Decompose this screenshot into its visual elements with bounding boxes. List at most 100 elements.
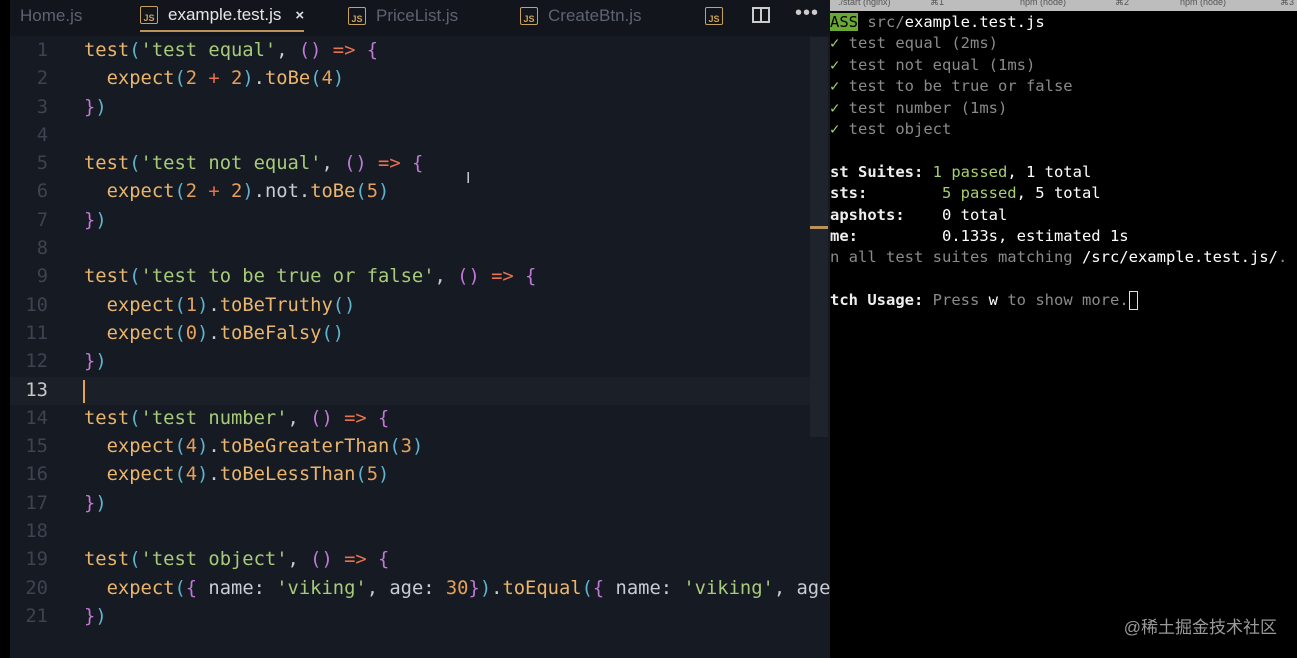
code-line[interactable]: 6 expect(2 + 2).not.toBe(5) (0, 178, 810, 206)
line-number: 6 (36, 181, 48, 203)
code-token: ( (174, 294, 186, 316)
code-token: test (84, 407, 130, 429)
code-line[interactable]: 17}) (0, 490, 810, 518)
editor-scrollbar[interactable] (810, 37, 828, 437)
code-token: name: (615, 577, 684, 599)
line-text: test('test object', () => { (84, 546, 389, 574)
code-token: 2 (231, 181, 243, 203)
code-token: expect (106, 436, 175, 458)
code-token: + (197, 181, 232, 203)
code-token: , (321, 153, 345, 175)
code-token: , age (773, 577, 831, 599)
terminal-tab-shortcut: ⌘2 (1115, 0, 1130, 7)
code-token: expect (106, 577, 175, 599)
code-token: test (84, 153, 130, 175)
tab-createbtn-js[interactable]: JS CreateBtn.js (520, 0, 642, 32)
code-line[interactable]: 11 expect(0).toBeFalsy() (0, 320, 810, 348)
code-token: , (287, 407, 311, 429)
line-text: }) (84, 603, 107, 631)
line-text: }) (84, 94, 107, 122)
tab-home-js[interactable]: JSHome.js (0, 0, 82, 32)
code-token: 5 (366, 181, 379, 203)
terminal-token: test not equal (1ms) (839, 55, 1036, 74)
terminal-tab-label[interactable]: npm (node) (1180, 0, 1226, 7)
code-token: 4 (185, 436, 198, 458)
code-token: , (276, 40, 299, 61)
code-token: ) (197, 464, 209, 486)
line-number: 9 (36, 266, 48, 288)
code-token: ( (174, 68, 186, 90)
code-token: not (264, 181, 299, 203)
terminal-token: apshots: (830, 205, 933, 224)
code-token: test (84, 549, 130, 571)
code-token: => (321, 40, 367, 61)
terminal-cursor (1128, 291, 1138, 311)
code-token: 4 (185, 464, 198, 486)
code-token: . (253, 181, 265, 203)
line-number: 13 (25, 379, 48, 401)
line-number: 18 (25, 521, 48, 543)
code-line[interactable]: 16 expect(4).toBeLessThan(5) (0, 461, 810, 489)
code-line[interactable]: 18 (0, 518, 810, 546)
code-line[interactable]: 5 test('test not equal', () => { (0, 150, 810, 178)
code-token: 'viking' (276, 577, 367, 599)
terminal[interactable]: ./start (nginx) ⌘1 npm (node) ⌘2 npm (node) ⌘… (830, 0, 1297, 658)
code-line[interactable]: 3}) (0, 94, 810, 122)
more-actions-icon[interactable]: ••• (795, 2, 819, 25)
code-token: 'test object' (140, 549, 288, 571)
code-token: ( (129, 549, 141, 571)
code-token: 'test to be true or false' (140, 266, 435, 288)
code-line[interactable]: 21}) (0, 603, 810, 631)
code-token: ( (174, 322, 186, 344)
terminal-line: me: 0.133s, estimated 1s (830, 226, 1287, 247)
terminal-token: ✓ (830, 77, 840, 96)
code-line[interactable]: 2 expect(2 + 2).toBe(4) (0, 65, 810, 93)
line-number: 1 (36, 40, 48, 61)
code-token: { (366, 40, 379, 61)
code-token: ) (197, 436, 209, 458)
line-text: test('test equal', () => { (84, 37, 378, 65)
code-line[interactable]: 12}) (0, 348, 810, 376)
scrollbar-cursor-marker (810, 226, 828, 229)
code-line[interactable]: 15 expect(4).toBeGreaterThan(3) (0, 433, 810, 461)
terminal-line: ✓ test to be true or false (830, 76, 1287, 97)
terminal-token: test number (1ms) (839, 98, 1008, 117)
code-line[interactable]: 4 (0, 122, 810, 150)
code-token: toBe (310, 181, 356, 203)
code-token: . (491, 577, 503, 599)
code-line[interactable]: 1 test('test equal', () => { (0, 37, 810, 65)
code-token: test (84, 266, 130, 288)
code-line[interactable]: 8 (0, 235, 810, 263)
line-number: 16 (25, 464, 48, 486)
code-token: 1 (185, 294, 198, 316)
code-token: ) (197, 322, 209, 344)
line-text: test('test number', () => { (84, 405, 389, 433)
code-line[interactable]: 14 test('test number', () => { (0, 405, 810, 433)
code-line[interactable]: 10 expect(1).toBeTruthy() (0, 292, 810, 320)
code-line[interactable]: 7}) (0, 207, 810, 235)
code-token: 'test not equal' (140, 153, 322, 175)
code-line[interactable]: 20 expect({ name: 'viking', age: 30}).to… (0, 575, 830, 603)
code-editor[interactable]: JSHome.js JSexample.test.js× JSPriceList.j… (0, 0, 830, 658)
split-editor-icon[interactable] (752, 7, 770, 23)
terminal-line: st Suites: 1 passed, 1 total (830, 162, 1287, 183)
code-token: () (344, 153, 367, 175)
terminal-tab-label[interactable]: ./start (nginx) (838, 0, 891, 7)
code-token: ( (174, 464, 186, 486)
tab-more[interactable]: JS (705, 0, 733, 32)
code-line[interactable]: 13 (0, 376, 810, 405)
code-line[interactable]: 9 test('test to be true or false', () => … (0, 263, 810, 291)
line-number: 8 (36, 238, 48, 260)
tab-label: CreateBtn.js (548, 6, 642, 25)
code-area[interactable]: 1 test('test equal', () => {2 expect(2 + … (0, 37, 830, 631)
terminal-line: ✓ test not equal (1ms) (830, 55, 1287, 76)
terminal-tab-label[interactable]: npm (node) (1020, 0, 1066, 7)
code-line[interactable]: 19 test('test object', () => { (0, 546, 810, 574)
tab-example-test-js[interactable]: JS example.test.js × (140, 0, 305, 32)
tab-pricelist-js[interactable]: JS PriceList.js (348, 0, 458, 32)
code-token: 3 (400, 436, 412, 458)
close-tab-icon[interactable]: × (295, 7, 304, 24)
